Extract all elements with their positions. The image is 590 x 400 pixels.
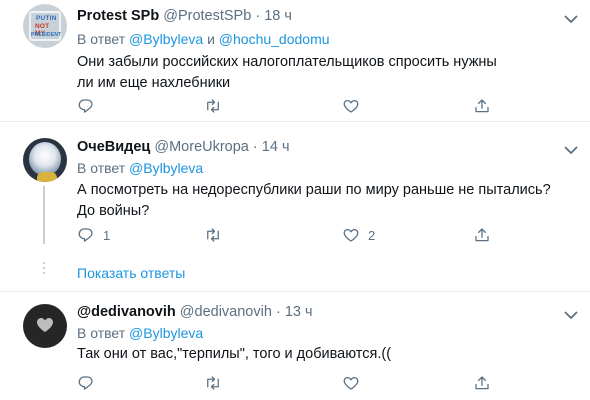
tweet-time[interactable]: 13 ч (285, 304, 313, 320)
author-handle[interactable]: @ProtestSPb (163, 8, 251, 24)
separator-dot: · (275, 304, 281, 320)
reply-icon (78, 376, 93, 390)
retweet-button[interactable] (204, 96, 222, 116)
reply-button[interactable] (77, 373, 103, 393)
tweet-header: @dedivanovih @dedivanovih · 13 ч (77, 304, 313, 320)
retweet-icon (207, 228, 219, 242)
retweet-icon (207, 99, 219, 113)
tweet-1[interactable]: PUTIN NOT MY PRESIDENT Protest SPb @Prot… (0, 0, 590, 121)
like-icon (343, 376, 359, 390)
tweet-time[interactable]: 18 ч (264, 8, 292, 24)
avatar-sign: PUTIN NOT MY PRESIDENT (29, 11, 61, 41)
caret-down-icon[interactable] (564, 145, 578, 155)
reply-count: 1 (103, 227, 111, 243)
author-handle[interactable]: @dedivanovih (180, 304, 272, 320)
tweet-text: Так они от вас,"терпилы", того и добиваю… (77, 346, 392, 362)
separator-dot: · (252, 139, 258, 155)
mention-link[interactable]: @Bylbyleva (129, 160, 203, 176)
mention-link[interactable]: @Bylbyleva (129, 325, 203, 341)
avatar-protestspb[interactable]: PUTIN NOT MY PRESIDENT (23, 4, 67, 48)
like-count: 2 (368, 227, 376, 243)
mention-link[interactable]: @Bylbyleva (129, 31, 203, 47)
like-button[interactable] (342, 373, 368, 393)
like-icon (343, 99, 359, 113)
share-button[interactable] (473, 225, 491, 245)
avatar-figure (29, 142, 61, 176)
thread-line (43, 186, 45, 244)
share-icon (475, 99, 489, 113)
reply-icon (78, 99, 93, 113)
retweet-button[interactable] (204, 373, 222, 393)
reply-button[interactable]: 1 (77, 225, 110, 245)
reply-icon (78, 228, 93, 242)
avatar-shirt (37, 172, 57, 182)
share-button[interactable] (473, 96, 491, 116)
tweet-header: ОчеВидец @MoreUkropa · 14 ч (77, 139, 290, 155)
author-name[interactable]: ОчеВидец (77, 139, 150, 155)
tweet-header: Protest SPb @ProtestSPb · 18 ч (77, 8, 292, 24)
reply-to-line: В ответ @Bylbyleva и @hochu_dodomu (77, 31, 330, 47)
show-replies-link[interactable]: Показать ответы (77, 265, 185, 281)
caret-down-icon[interactable] (564, 14, 578, 24)
author-name[interactable]: Protest SPb (77, 8, 159, 24)
retweet-icon (207, 376, 219, 390)
share-icon (475, 228, 489, 242)
mention-link[interactable]: @hochu_dodomu (219, 31, 330, 47)
tweet-text: Они забыли российских налогоплательщиков… (77, 54, 497, 91)
like-button[interactable]: 2 (342, 225, 375, 245)
tweet-time[interactable]: 14 ч (262, 139, 290, 155)
reply-to-line: В ответ @Bylbyleva (77, 160, 204, 176)
separator-dot: · (255, 8, 261, 24)
avatar-dedivanovih[interactable] (23, 304, 67, 348)
reply-button[interactable] (77, 96, 103, 116)
share-button[interactable] (473, 373, 491, 393)
thread-dots (40, 262, 48, 278)
like-icon (343, 228, 359, 242)
author-handle[interactable]: @MoreUkropa (154, 139, 249, 155)
retweet-button[interactable] (204, 225, 222, 245)
tweet-text: А посмотреть на недореспублики раши по м… (77, 182, 551, 219)
caret-down-icon[interactable] (564, 310, 578, 320)
share-icon (475, 376, 489, 390)
heart-icon (37, 318, 53, 332)
like-button[interactable] (342, 96, 368, 116)
avatar-moreukropa[interactable] (23, 138, 67, 182)
author-name[interactable]: @dedivanovih (77, 304, 176, 320)
reply-to-line: В ответ @Bylbyleva (77, 325, 204, 341)
